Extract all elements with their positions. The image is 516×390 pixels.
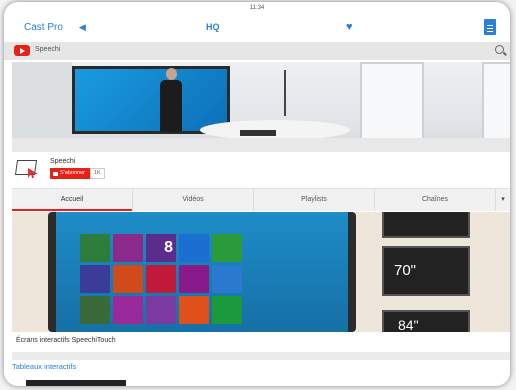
- play-icon: [53, 171, 58, 176]
- banner-window-right: [482, 62, 510, 142]
- chevron-down-icon[interactable]: ▾: [496, 189, 510, 211]
- video-title[interactable]: Écrans interactifs SpeechiTouch: [12, 332, 510, 352]
- channel-info: Speechi S'abonner 1K: [12, 154, 510, 188]
- quality-toggle[interactable]: HQ: [206, 22, 220, 32]
- featured-video[interactable]: 8 70" 84": [12, 212, 510, 332]
- channel-avatar[interactable]: [14, 160, 42, 182]
- banner-presenter: [158, 68, 184, 134]
- app-window: 11:34 Cast Pro ◀ HQ ♥ Speechi Speechi S'…: [4, 2, 510, 386]
- tab-home[interactable]: Accueil: [12, 189, 133, 211]
- banner-laptop: [240, 130, 276, 136]
- nav-bar: Cast Pro ◀ HQ ♥: [4, 14, 510, 42]
- tab-channels[interactable]: Chaînes: [375, 189, 496, 211]
- subscriber-count: 1K: [89, 168, 105, 179]
- tv-thumb-top: [382, 212, 470, 238]
- tv-size-84: 84": [382, 310, 470, 332]
- subscribe-button[interactable]: S'abonner 1K: [50, 168, 105, 179]
- youtube-logo-icon[interactable]: [14, 45, 30, 56]
- status-bar: 11:34: [4, 2, 510, 14]
- banner-floor: [12, 138, 510, 152]
- nav-left-group: Cast Pro ◀: [24, 22, 86, 33]
- video-tablet: 8: [48, 212, 356, 332]
- heart-icon[interactable]: ♥: [346, 21, 353, 33]
- tab-playlists[interactable]: Playlists: [254, 189, 375, 211]
- channel-tabs: Accueil Vidéos Playlists Chaînes ▾: [12, 188, 510, 211]
- tv-size-70: 70": [382, 246, 470, 296]
- app-title-button[interactable]: Cast Pro: [24, 22, 63, 33]
- divider: [12, 352, 510, 360]
- channel-banner: [12, 62, 510, 152]
- search-icon[interactable]: [495, 45, 504, 54]
- banner-interactive-board: [72, 66, 230, 134]
- start-screen-tiles: 8: [80, 234, 242, 324]
- section-thumbnail[interactable]: [26, 380, 126, 386]
- subscribe-label: S'abonner: [60, 170, 85, 176]
- channel-name: Speechi: [50, 158, 76, 165]
- status-time: 11:34: [249, 5, 265, 11]
- back-icon[interactable]: ◀: [79, 22, 86, 33]
- section-title[interactable]: Tableaux interactifs: [12, 362, 76, 371]
- youtube-header: Speechi: [4, 42, 510, 60]
- youtube-header-title: Speechi: [35, 46, 61, 53]
- video-screen: 8: [56, 212, 348, 332]
- banner-window: [360, 62, 424, 142]
- document-icon[interactable]: [484, 19, 496, 35]
- tab-videos[interactable]: Vidéos: [133, 189, 254, 211]
- banner-lamp: [284, 70, 326, 116]
